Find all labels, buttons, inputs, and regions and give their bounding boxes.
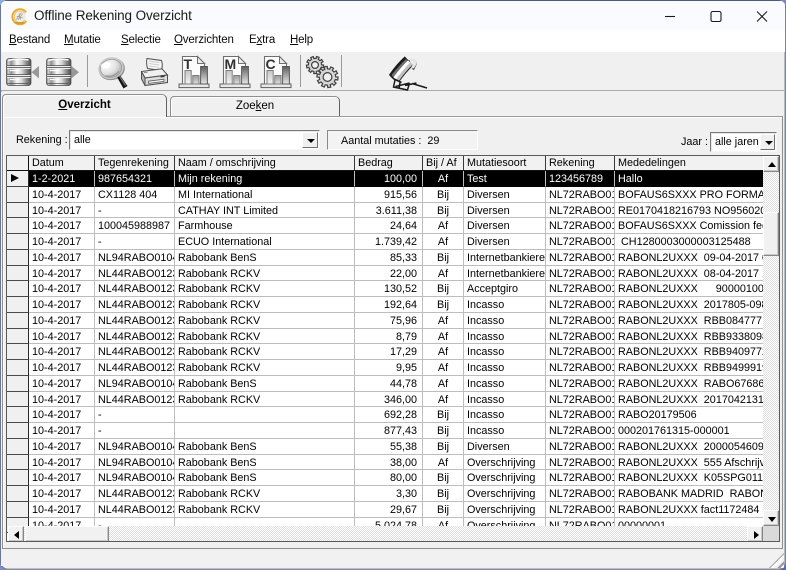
svg-text:C: C — [266, 56, 276, 72]
svg-text:M: M — [225, 56, 237, 72]
svg-text:T: T — [184, 56, 193, 72]
